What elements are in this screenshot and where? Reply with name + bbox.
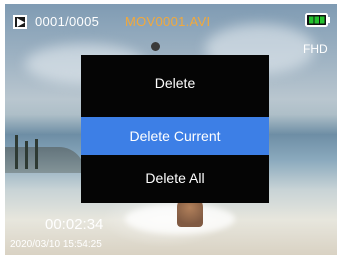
palm-tree [25,141,28,169]
resolution-badge: FHD [303,42,328,56]
menu-item-delete-all[interactable]: Delete All [81,159,269,197]
camera-indicator-dot [151,42,160,51]
palm-tree [15,135,18,169]
palm-tree [35,139,38,169]
file-index: 0001/0005 [35,14,100,29]
video-preview-screen: 0001/0005 MOV0001.AVI FHD Delete Delete … [5,4,337,255]
delete-menu: Delete Delete Current Delete All [81,55,269,203]
battery-full-icon [305,13,331,27]
menu-title: Delete [154,75,196,91]
menu-item-delete-current[interactable]: Delete Current [81,117,269,155]
elapsed-time: 00:02:34 [45,216,104,233]
recording-timestamp: 2020/03/10 15:54:25 [10,239,102,250]
status-bar: 0001/0005 MOV0001.AVI [5,4,337,34]
file-name: MOV0001.AVI [125,14,211,29]
playback-icon [13,15,27,29]
